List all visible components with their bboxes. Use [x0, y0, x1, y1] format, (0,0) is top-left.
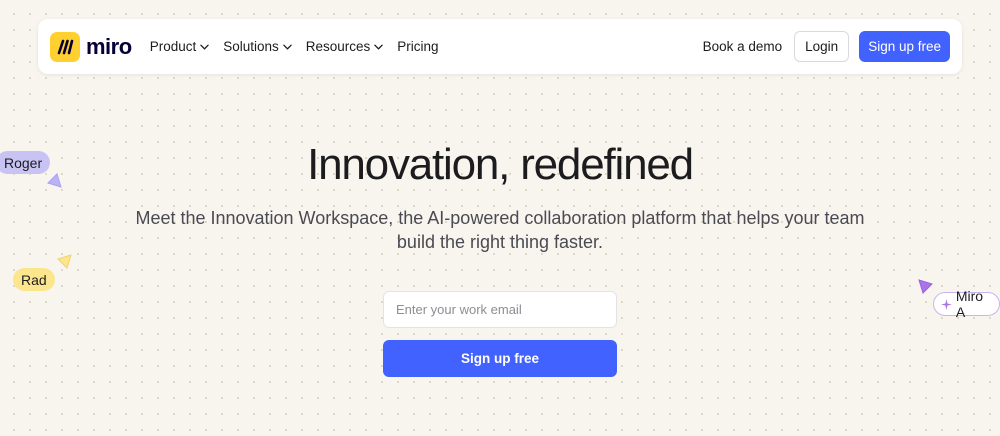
cursor-label-rad: Rad — [13, 268, 55, 291]
nav-item-label: Resources — [305, 39, 371, 54]
nav-item-solutions[interactable]: Solutions — [223, 39, 292, 54]
cursor-arrow-icon — [918, 279, 933, 294]
brand-name: miro — [86, 33, 132, 59]
miro-logo[interactable]: miro — [50, 31, 132, 62]
hero-subtitle: Meet the Innovation Workspace, the AI-po… — [135, 208, 865, 252]
nav-item-label: Product — [149, 39, 197, 54]
nav-item-pricing[interactable]: Pricing — [397, 39, 438, 54]
cursor-label-roger: Roger — [0, 151, 51, 174]
cursor-arrow-icon — [57, 254, 72, 269]
miro-logo-icon — [50, 31, 80, 62]
chevron-down-icon — [283, 44, 292, 50]
nav-item-label: Pricing — [397, 39, 439, 54]
nav-item-product[interactable]: Product — [150, 39, 210, 54]
nav-actions: Book a demo Login Sign up free — [703, 31, 950, 62]
cursor-arrow-icon — [47, 173, 62, 188]
nav-item-label: Solutions — [223, 39, 279, 54]
work-email-input[interactable] — [383, 291, 617, 328]
nav-links: Product Solutions Resources Pricing — [150, 39, 439, 54]
nav-item-resources[interactable]: Resources — [306, 39, 384, 54]
chevron-down-icon — [374, 44, 384, 50]
hero-signup-button[interactable]: Sign up free — [383, 340, 617, 377]
login-button[interactable]: Login — [794, 31, 850, 62]
top-navigation-bar: miro Product Solutions Resources Pricing… — [38, 19, 962, 74]
cursor-label-miro-ai: Miro A — [933, 288, 1000, 320]
chevron-down-icon — [200, 44, 209, 50]
book-demo-link[interactable]: Book a demo — [703, 39, 783, 54]
cursor-label-text: Miro A — [955, 288, 984, 320]
sparkle-icon — [941, 298, 952, 310]
hero-title: Innovation, redefined — [307, 140, 694, 189]
nav-signup-button[interactable]: Sign up free — [859, 31, 950, 62]
